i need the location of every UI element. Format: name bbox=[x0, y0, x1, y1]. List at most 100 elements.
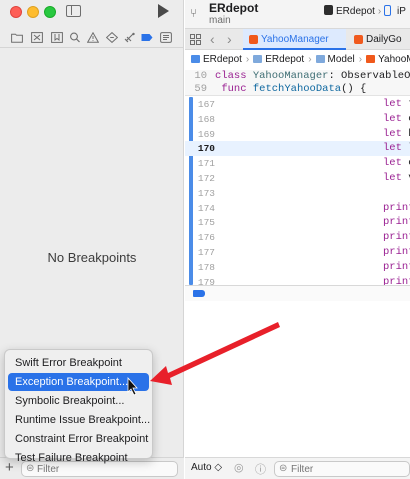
scheme-selector[interactable]: ERdepot › iP bbox=[324, 4, 406, 20]
code-line[interactable]: 168 let c bbox=[185, 112, 410, 127]
code-line[interactable]: 176 print bbox=[185, 230, 410, 245]
code-line[interactable]: 177 print bbox=[185, 245, 410, 260]
debug-bar bbox=[185, 285, 410, 301]
folder-icon[interactable] bbox=[11, 32, 23, 43]
tab-yahoo-manager[interactable]: YahooManager bbox=[243, 29, 346, 50]
issues-icon[interactable] bbox=[87, 32, 99, 43]
line-number[interactable]: 175 bbox=[185, 215, 215, 230]
device-name: iP bbox=[397, 6, 406, 17]
variables-scope-select[interactable]: Auto ◇ bbox=[191, 462, 222, 473]
sticky-header-func: 59 func fetchYahooData() { bbox=[185, 83, 410, 96]
line-number[interactable]: 167 bbox=[185, 97, 215, 112]
iphone-icon bbox=[384, 5, 392, 16]
menu-item-constraint-error-breakpoint[interactable]: Constraint Error Breakpoint bbox=[8, 430, 149, 448]
jump-bar-separator: › bbox=[245, 54, 250, 65]
code-text: let c bbox=[383, 112, 410, 125]
line-number[interactable]: 169 bbox=[185, 127, 215, 142]
tests-icon[interactable] bbox=[106, 32, 118, 43]
editor-area: ⑂ ERdepot main ERdepot › iP ‹ › YahooMana… bbox=[185, 0, 410, 479]
line-number[interactable]: 172 bbox=[185, 171, 215, 186]
scheme-separator: › bbox=[377, 6, 382, 17]
branch-icon: ⑂ bbox=[190, 6, 198, 20]
line-number[interactable]: 178 bbox=[185, 260, 215, 275]
reports-icon[interactable] bbox=[160, 32, 172, 43]
line-number: 59 bbox=[194, 83, 207, 95]
code-text: let c bbox=[383, 157, 410, 170]
forward-arrow-icon[interactable]: › bbox=[227, 31, 232, 47]
breakpoints-icon[interactable] bbox=[141, 32, 153, 43]
jump-bar-separator: › bbox=[358, 54, 363, 65]
tab-label: YahooManager bbox=[261, 34, 329, 45]
code-line[interactable]: 167 let t bbox=[185, 97, 410, 112]
code-line[interactable]: 170 let l bbox=[185, 141, 410, 157]
code-line[interactable]: 172 let v bbox=[185, 171, 410, 186]
zoom-window-button[interactable] bbox=[44, 6, 56, 18]
bookmark-icon[interactable] bbox=[51, 32, 63, 43]
navigator-tab-bar bbox=[0, 28, 184, 48]
line-number[interactable]: 174 bbox=[185, 201, 215, 216]
jump-bar-item[interactable]: ERdepot bbox=[203, 54, 242, 65]
code-line[interactable]: 175 print bbox=[185, 215, 410, 230]
code-text: let l bbox=[383, 142, 410, 155]
tab-daily-go[interactable]: DailyGo bbox=[348, 29, 410, 50]
type-name: YahooManager bbox=[252, 70, 329, 82]
code-text: let t bbox=[383, 98, 410, 110]
info-icon[interactable]: ⓘ bbox=[255, 461, 266, 477]
console-filter-field[interactable]: ⊜ bbox=[274, 461, 410, 477]
line-number[interactable]: 179 bbox=[185, 275, 215, 285]
close-window-button[interactable] bbox=[10, 6, 22, 18]
swift-file-icon bbox=[249, 35, 258, 44]
code-text: print bbox=[383, 231, 410, 244]
code-editor[interactable]: 10 class YahooManager: ObservableObj 59 f… bbox=[185, 69, 410, 285]
menu-item-swift-error-breakpoint[interactable]: Swift Error Breakpoint bbox=[8, 354, 149, 372]
code-text: : ObservableObj bbox=[328, 70, 410, 82]
jump-bar-item[interactable]: Model bbox=[328, 54, 355, 65]
console-bar: Auto ◇ ◎ ⓘ ⊜ bbox=[185, 457, 410, 479]
swift-file-icon bbox=[354, 35, 363, 44]
line-number[interactable]: 170 bbox=[185, 141, 215, 156]
scheme-name: ERdepot bbox=[336, 6, 375, 17]
source-control-icon[interactable] bbox=[31, 32, 43, 43]
menu-item-runtime-issue-breakpoint[interactable]: Runtime Issue Breakpoint... bbox=[8, 411, 150, 429]
function-name: fetchYahooData bbox=[252, 83, 342, 95]
code-line[interactable]: 178 print bbox=[185, 260, 410, 275]
line-number[interactable]: 168 bbox=[185, 112, 215, 127]
empty-state-message: No Breakpoints bbox=[47, 250, 137, 265]
line-number[interactable]: 173 bbox=[185, 186, 215, 201]
menu-item-exception-breakpoint[interactable]: Exception Breakpoint... bbox=[8, 373, 149, 391]
console-filter-input[interactable] bbox=[291, 463, 401, 475]
minimize-window-button[interactable] bbox=[27, 6, 39, 18]
code-line[interactable]: 171 let c bbox=[185, 156, 410, 171]
folder-icon bbox=[253, 55, 263, 63]
code-line[interactable]: 173 bbox=[185, 186, 410, 201]
code-text: let h bbox=[383, 127, 410, 140]
eye-icon[interactable]: ◎ bbox=[234, 461, 244, 474]
breakpoints-toggle-icon[interactable] bbox=[193, 290, 205, 297]
sidebar-toggle-icon[interactable] bbox=[66, 5, 81, 17]
tab-label: DailyGo bbox=[366, 34, 402, 45]
grid-icon[interactable] bbox=[190, 34, 201, 45]
debug-icon[interactable] bbox=[124, 32, 136, 43]
line-number[interactable]: 176 bbox=[185, 230, 215, 245]
back-arrow-icon[interactable]: ‹ bbox=[210, 31, 215, 47]
code-text: print bbox=[383, 201, 410, 214]
find-icon[interactable] bbox=[69, 32, 81, 43]
folder-icon bbox=[315, 55, 325, 63]
code-line[interactable]: 179 print bbox=[185, 275, 410, 285]
jump-bar-item[interactable]: YahooM bbox=[378, 54, 410, 65]
jump-bar-item[interactable]: ERdepot bbox=[265, 54, 304, 65]
code-line[interactable]: 174 print bbox=[185, 201, 410, 216]
line-number[interactable]: 177 bbox=[185, 245, 215, 260]
add-breakpoint-menu: Swift Error Breakpoint Exception Breakpo… bbox=[4, 349, 153, 464]
jump-bar-separator: › bbox=[308, 54, 312, 65]
menu-item-test-failure-breakpoint[interactable]: Test Failure Breakpoint bbox=[8, 449, 149, 467]
run-button[interactable] bbox=[158, 4, 169, 18]
menu-item-symbolic-breakpoint[interactable]: Symbolic Breakpoint... bbox=[8, 392, 149, 410]
line-number[interactable]: 171 bbox=[185, 156, 215, 171]
code-line[interactable]: 169 let h bbox=[185, 127, 410, 142]
code-text: print bbox=[383, 216, 410, 229]
filter-icon: ⊜ bbox=[279, 463, 288, 474]
code-text: print bbox=[383, 260, 410, 273]
keyword: func bbox=[221, 83, 247, 95]
window-titlebar bbox=[0, 0, 184, 26]
